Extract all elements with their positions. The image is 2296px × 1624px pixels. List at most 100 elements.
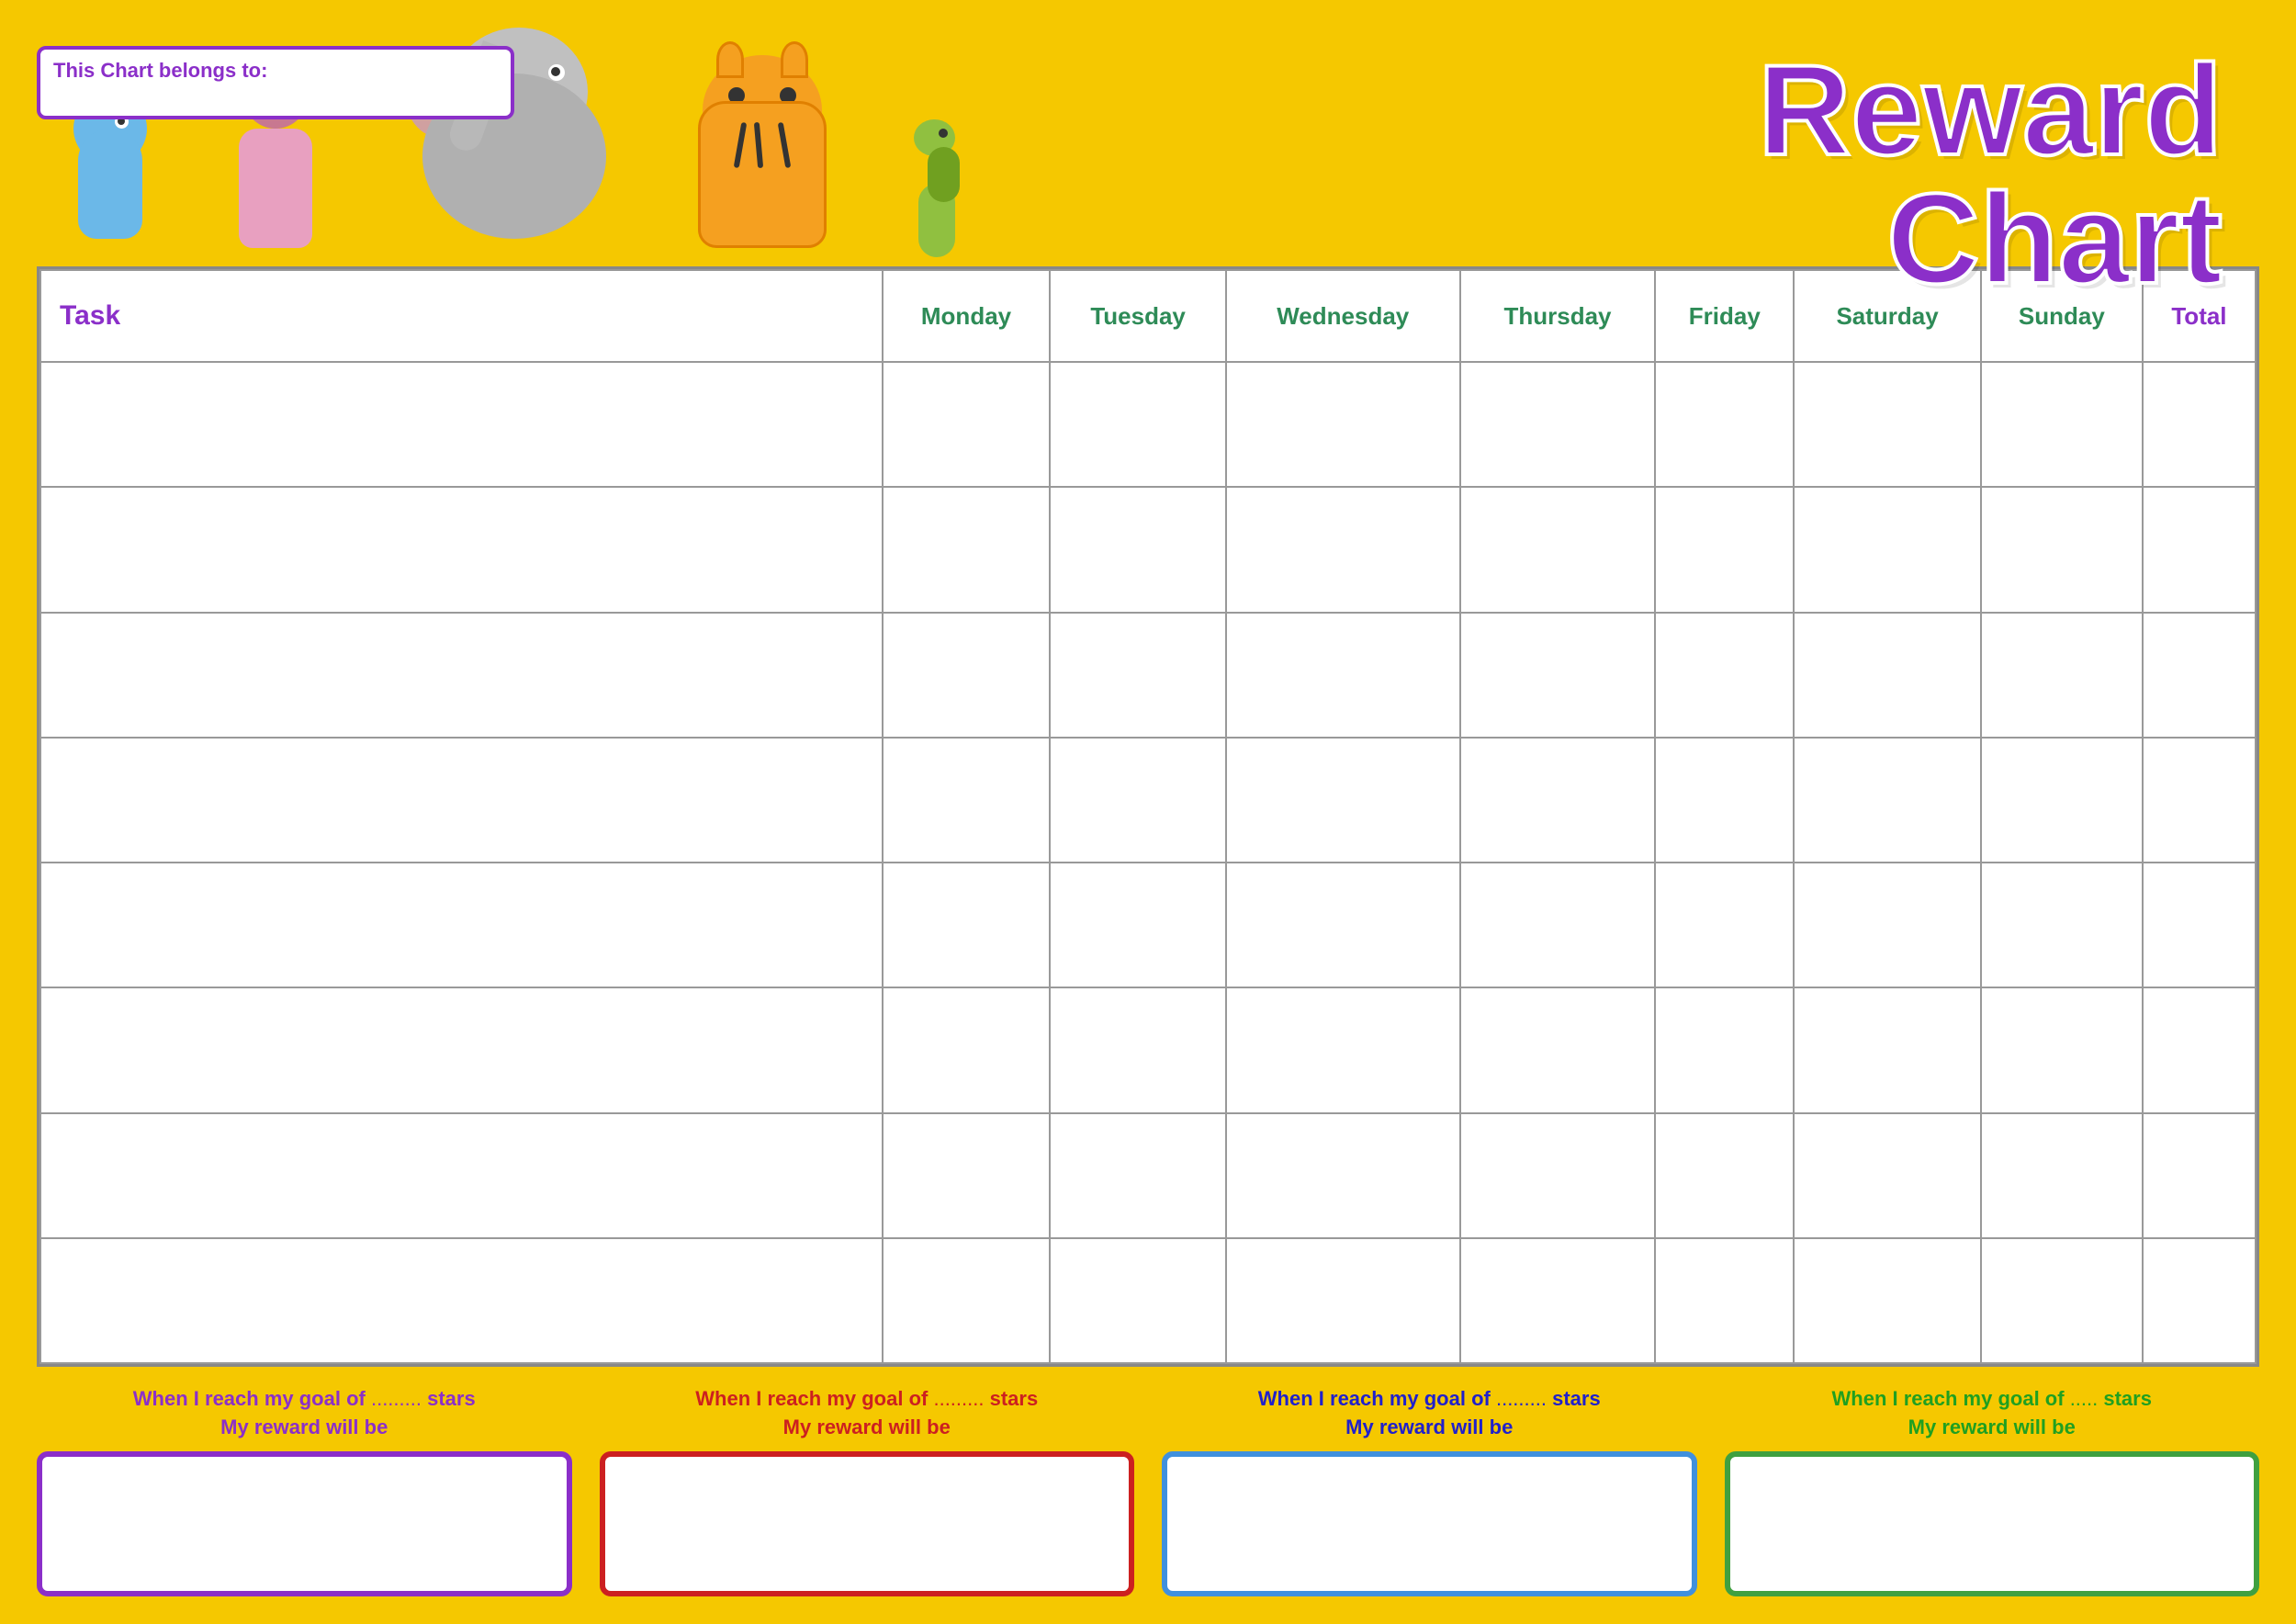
day-cell-7-4[interactable] (1655, 1238, 1794, 1363)
day-cell-6-7[interactable] (2143, 1113, 2256, 1238)
day-cell-4-3[interactable] (1460, 863, 1656, 987)
day-cell-1-5[interactable] (1794, 487, 1980, 612)
day-cell-6-5[interactable] (1794, 1113, 1980, 1238)
day-cell-2-0[interactable] (883, 613, 1051, 738)
day-cell-4-2[interactable] (1226, 863, 1460, 987)
day-cell-3-0[interactable] (883, 738, 1051, 863)
tiger-ear-right (781, 41, 808, 78)
name-box-container: This Chart belongs to: (37, 46, 514, 119)
day-cell-5-0[interactable] (883, 987, 1051, 1112)
day-cell-7-6[interactable] (1981, 1238, 2143, 1363)
day-cell-5-4[interactable] (1655, 987, 1794, 1112)
day-cell-0-1[interactable] (1050, 362, 1225, 487)
table-row (40, 1113, 2256, 1238)
table-body (40, 362, 2256, 1363)
day-cell-0-2[interactable] (1226, 362, 1460, 487)
day-cell-4-5[interactable] (1794, 863, 1980, 987)
task-cell-4[interactable] (40, 863, 883, 987)
footer: When I reach my goal of ......... stars … (37, 1385, 2259, 1596)
task-cell-6[interactable] (40, 1113, 883, 1238)
day-cell-5-2[interactable] (1226, 987, 1460, 1112)
day-cell-1-0[interactable] (883, 487, 1051, 612)
table-row (40, 863, 2256, 987)
task-cell-7[interactable] (40, 1238, 883, 1363)
day-cell-0-3[interactable] (1460, 362, 1656, 487)
reward-text-green: When I reach my goal of ..... stars My r… (1832, 1385, 2152, 1442)
day-cell-4-6[interactable] (1981, 863, 2143, 987)
day-cell-7-3[interactable] (1460, 1238, 1656, 1363)
day-cell-3-7[interactable] (2143, 738, 2256, 863)
day-cell-0-6[interactable] (1981, 362, 2143, 487)
day-cell-3-2[interactable] (1226, 738, 1460, 863)
day-cell-6-3[interactable] (1460, 1113, 1656, 1238)
day-cell-4-0[interactable] (883, 863, 1051, 987)
day-cell-0-7[interactable] (2143, 362, 2256, 487)
day-cell-5-3[interactable] (1460, 987, 1656, 1112)
tiger-ear-left (716, 41, 744, 78)
task-cell-0[interactable] (40, 362, 883, 487)
day-cell-0-4[interactable] (1655, 362, 1794, 487)
day-cell-2-5[interactable] (1794, 613, 1980, 738)
day-cell-7-0[interactable] (883, 1238, 1051, 1363)
day-cell-6-0[interactable] (883, 1113, 1051, 1238)
day-cell-1-4[interactable] (1655, 487, 1794, 612)
day-cell-6-2[interactable] (1226, 1113, 1460, 1238)
day-cell-4-1[interactable] (1050, 863, 1225, 987)
task-cell-2[interactable] (40, 613, 883, 738)
reward-input-red[interactable] (600, 1451, 1135, 1596)
day-cell-3-3[interactable] (1460, 738, 1656, 863)
day-cell-1-1[interactable] (1050, 487, 1225, 612)
day-cell-2-1[interactable] (1050, 613, 1225, 738)
reward-box-green: When I reach my goal of ..... stars My r… (1725, 1385, 2260, 1596)
reward-input-green[interactable] (1725, 1451, 2260, 1596)
reward-input-purple[interactable] (37, 1451, 572, 1596)
tiger-stripe-3 (778, 122, 792, 168)
day-cell-2-6[interactable] (1981, 613, 2143, 738)
day-cell-2-3[interactable] (1460, 613, 1656, 738)
day-cell-6-1[interactable] (1050, 1113, 1225, 1238)
day-cell-3-6[interactable] (1981, 738, 2143, 863)
reward-box-red: When I reach my goal of ......... stars … (600, 1385, 1135, 1596)
day-cell-4-4[interactable] (1655, 863, 1794, 987)
day-cell-4-7[interactable] (2143, 863, 2256, 987)
snake-body-2 (928, 147, 960, 202)
header-thursday: Thursday (1460, 270, 1656, 362)
task-cell-3[interactable] (40, 738, 883, 863)
day-cell-2-7[interactable] (2143, 613, 2256, 738)
name-box[interactable]: This Chart belongs to: (37, 46, 514, 119)
reward-text-red: When I reach my goal of ......... stars … (695, 1385, 1038, 1442)
table-row (40, 613, 2256, 738)
name-box-label: This Chart belongs to: (53, 59, 267, 83)
day-cell-0-0[interactable] (883, 362, 1051, 487)
day-cell-5-6[interactable] (1981, 987, 2143, 1112)
day-cell-3-5[interactable] (1794, 738, 1980, 863)
day-cell-1-7[interactable] (2143, 487, 2256, 612)
tiger-stripe-1 (734, 122, 748, 168)
elephant-pupil (551, 67, 560, 76)
day-cell-1-6[interactable] (1981, 487, 2143, 612)
task-cell-1[interactable] (40, 487, 883, 612)
day-cell-5-1[interactable] (1050, 987, 1225, 1112)
day-cell-5-5[interactable] (1794, 987, 1980, 1112)
day-cell-3-1[interactable] (1050, 738, 1225, 863)
day-cell-3-4[interactable] (1655, 738, 1794, 863)
task-cell-5[interactable] (40, 987, 883, 1112)
day-cell-7-1[interactable] (1050, 1238, 1225, 1363)
day-cell-7-2[interactable] (1226, 1238, 1460, 1363)
day-cell-0-5[interactable] (1794, 362, 1980, 487)
day-cell-6-6[interactable] (1981, 1113, 2143, 1238)
header-wednesday: Wednesday (1226, 270, 1460, 362)
day-cell-6-4[interactable] (1655, 1113, 1794, 1238)
reward-input-blue[interactable] (1162, 1451, 1697, 1596)
day-cell-1-3[interactable] (1460, 487, 1656, 612)
snake-eye (939, 129, 948, 138)
day-cell-2-2[interactable] (1226, 613, 1460, 738)
day-cell-7-7[interactable] (2143, 1238, 2256, 1363)
day-cell-5-7[interactable] (2143, 987, 2256, 1112)
title-reward: Reward (1758, 46, 2223, 175)
elephant-eye (548, 64, 565, 81)
day-cell-7-5[interactable] (1794, 1238, 1980, 1363)
table-row (40, 362, 2256, 487)
day-cell-2-4[interactable] (1655, 613, 1794, 738)
day-cell-1-2[interactable] (1226, 487, 1460, 612)
